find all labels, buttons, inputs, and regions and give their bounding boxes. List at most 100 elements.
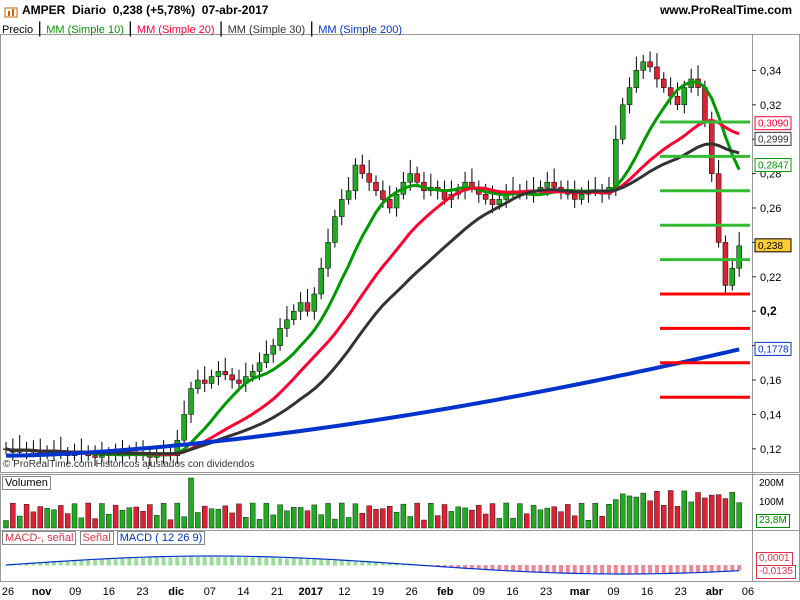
candle-body (311, 293, 318, 312)
candle-body (544, 181, 551, 188)
macd-hist-bar (72, 561, 77, 566)
macd-hist-bar (312, 559, 317, 566)
volume-bar (640, 492, 646, 529)
macd-hist-bar (243, 557, 248, 566)
candle-body (92, 455, 98, 458)
macd-hist-bar (182, 557, 187, 566)
volume-bar (722, 498, 729, 529)
price-tick-label: 0,14 (760, 409, 781, 421)
x-axis-label: 2017 (298, 586, 322, 598)
volume-bar (352, 503, 359, 529)
volume-bar (530, 505, 537, 529)
volume-bar (695, 492, 701, 529)
macd-hist-bar (374, 562, 378, 566)
volume-bar (229, 512, 235, 529)
volume-bar (715, 494, 722, 529)
macd-hist-bar (154, 557, 159, 566)
volume-bar (44, 508, 50, 529)
x-axis-label: 09 (473, 586, 485, 598)
volume-bar (647, 500, 653, 529)
volume-bar (188, 477, 194, 529)
volume-bar (318, 514, 324, 529)
volume-bar (681, 490, 688, 529)
candle-body (736, 245, 742, 269)
volume-bar (661, 504, 667, 529)
macd-hist-bar (291, 558, 296, 566)
macd-hist-bar (319, 559, 324, 566)
macd-hist-bar (367, 562, 372, 566)
macd-hist-bar (127, 558, 132, 566)
macd-hist-bar (147, 557, 152, 566)
volume-bar (366, 505, 372, 529)
candle-body (304, 302, 311, 312)
volume-bar (428, 503, 434, 529)
macd-hist-bar (702, 565, 707, 572)
macd-hist-bar (189, 557, 193, 566)
macd-hist-bar (326, 559, 331, 566)
volume-bar (544, 507, 550, 529)
macd-hist-bar (490, 565, 495, 570)
watermark: © ProRealTime.com Históricos ajustados c… (3, 459, 255, 470)
volume-bar (119, 510, 126, 529)
volume-bar (243, 516, 249, 529)
candle-body (256, 362, 263, 372)
macd-value: -0,0135 (756, 565, 796, 579)
macd-hist-bar (600, 565, 605, 574)
macd-hist-bar (298, 558, 303, 566)
x-axis-label: nov (32, 586, 52, 598)
macd-hist-bar (572, 565, 577, 573)
candle-body (729, 267, 736, 286)
vol-tick-100m: 100M (759, 497, 785, 508)
volume-bar (174, 502, 180, 529)
macd-hist-bar (271, 557, 276, 566)
volume-bar (30, 511, 37, 529)
candle-body (414, 173, 420, 183)
macd-hist-bar (175, 557, 180, 566)
macd-hist-bar (236, 557, 241, 566)
candle-body (640, 61, 646, 71)
macd-hist-bar (202, 557, 207, 566)
x-axis-label: 19 (372, 586, 384, 598)
macd-hist-bar (134, 558, 139, 566)
candle-body (270, 345, 276, 355)
volume-bar (99, 503, 105, 529)
macd-hist-bar (730, 565, 735, 571)
macd-hist-bar (250, 557, 255, 566)
volume-bar (284, 510, 290, 529)
legend-ma20: MM (Simple 20) (136, 24, 215, 36)
volume-bar (578, 502, 585, 529)
macd-hist-bar (654, 565, 659, 574)
volume-bar (407, 516, 413, 529)
macd-hist-bar (634, 565, 639, 574)
candle-body (195, 379, 201, 389)
legend: Precio | MM (Simple 10) | MM (Simple 20)… (2, 20, 402, 37)
volume-bar (619, 493, 626, 529)
x-axis-label: 21 (271, 586, 283, 598)
volume-bar (592, 502, 598, 529)
x-axis-label: 09 (69, 586, 81, 598)
volume-bar (393, 512, 400, 529)
volume-bar (524, 513, 530, 529)
volume-bar (585, 520, 592, 529)
chart-canvas: 0,340,320,300,280,260,240,220,20,180,160… (0, 34, 800, 598)
volume-bar (202, 505, 208, 529)
price-label-text: 0,2847 (758, 161, 789, 172)
volume-bar (297, 507, 304, 529)
candle-body (681, 87, 688, 106)
macd-hist-bar (579, 565, 584, 574)
volume-bar (208, 508, 215, 529)
volume-bar (147, 504, 153, 529)
macd-hist-bar (120, 558, 125, 566)
x-axis-label: dic (168, 586, 184, 598)
volume-bar (380, 508, 386, 529)
ma30-line (5, 142, 740, 456)
volume-bar (599, 516, 605, 529)
macd-label-hist: MACD-, señal (2, 531, 77, 545)
macd-hist-bar (696, 565, 701, 573)
macd-hist-bar (613, 565, 618, 574)
macd-hist-bar (305, 559, 310, 566)
period: Diario (72, 3, 107, 17)
volume-label: Volumen (2, 476, 51, 490)
price-tick-label: 0,2 (760, 304, 777, 318)
volume-bar (311, 504, 318, 529)
